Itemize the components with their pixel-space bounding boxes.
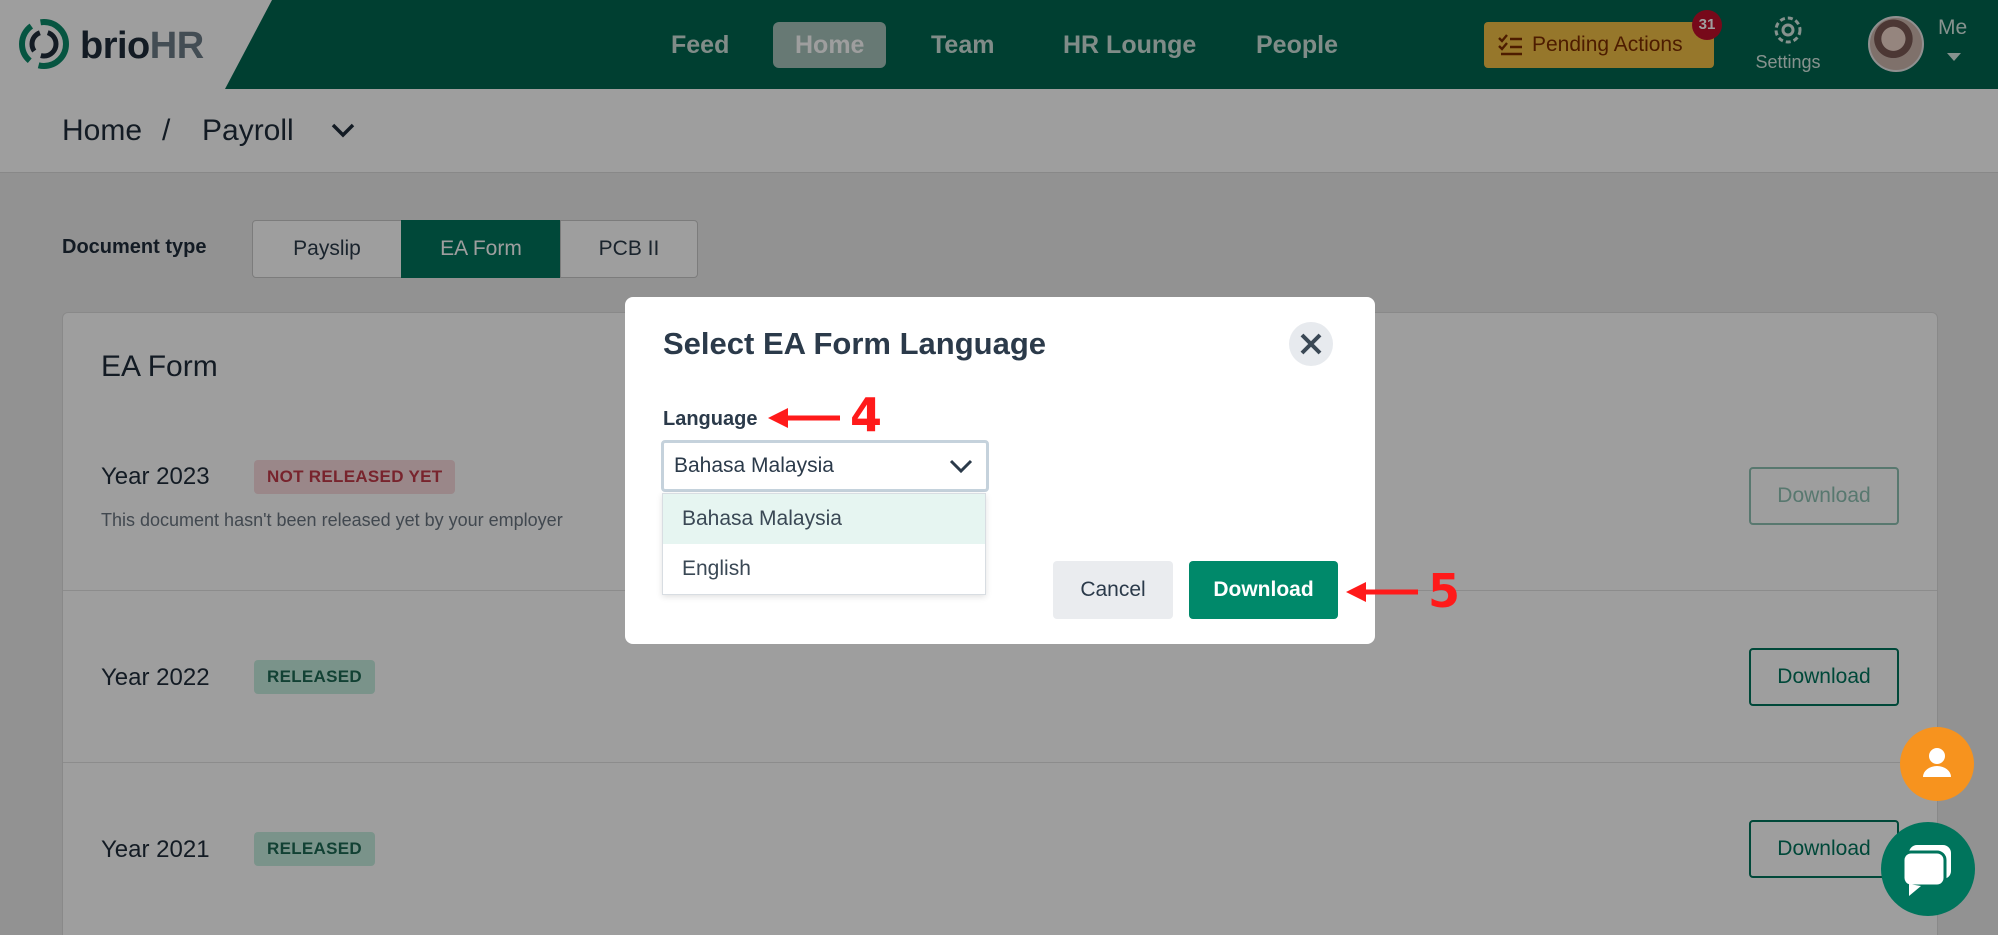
modal-close-button[interactable]: [1289, 322, 1333, 366]
language-select[interactable]: Bahasa Malaysia: [661, 440, 989, 492]
language-option-english[interactable]: English: [663, 544, 985, 594]
close-icon: [1300, 333, 1322, 355]
modal-title: Select EA Form Language: [663, 326, 1046, 361]
user-icon: [1923, 748, 1951, 777]
language-label: Language: [663, 408, 758, 430]
chevron-down-icon: [949, 459, 973, 474]
download-button[interactable]: Download: [1189, 561, 1338, 619]
language-select-value: Bahasa Malaysia: [674, 454, 834, 477]
annotation-step-4: 4: [850, 388, 883, 442]
support-user-button[interactable]: [1900, 727, 1974, 801]
language-option-bahasa-malaysia[interactable]: Bahasa Malaysia: [663, 494, 985, 544]
cancel-button[interactable]: Cancel: [1053, 561, 1173, 619]
chat-bubble-icon: [1901, 845, 1951, 896]
chat-button[interactable]: [1881, 822, 1975, 916]
annotation-arrow-left-icon: [768, 408, 840, 428]
annotation-arrow-left-icon: [1346, 582, 1418, 602]
language-dropdown: Bahasa Malaysia English: [662, 493, 986, 595]
annotation-step-5: 5: [1428, 564, 1461, 618]
